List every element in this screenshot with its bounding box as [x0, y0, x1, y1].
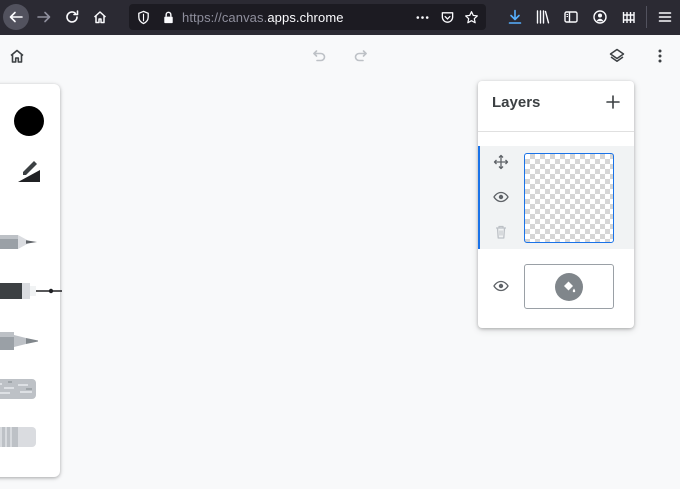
url-bar[interactable]: https://canvas.apps.chrome: [129, 4, 486, 30]
shield-icon[interactable]: [135, 9, 151, 25]
lock-icon[interactable]: [160, 9, 176, 25]
more-options-button[interactable]: [648, 44, 672, 68]
plus-icon: [606, 95, 620, 109]
app-home-button[interactable]: [5, 44, 29, 68]
move-icon: [493, 154, 509, 170]
url-prefix: https://canvas.: [182, 10, 268, 25]
stroke-size-icon: [18, 160, 40, 182]
color-swatch[interactable]: [14, 106, 44, 136]
download-button[interactable]: [503, 5, 527, 29]
back-button[interactable]: [3, 4, 29, 30]
chalk-tool[interactable]: [0, 376, 42, 402]
add-layer-button[interactable]: [604, 93, 622, 111]
background-thumbnail[interactable]: [524, 264, 614, 309]
fill-color-button[interactable]: [555, 272, 583, 301]
menu-icon: [658, 12, 672, 22]
sidebar-button[interactable]: [559, 5, 583, 29]
delete-layer-button[interactable]: [492, 223, 510, 241]
pencil-tool[interactable]: [0, 230, 42, 254]
chalk-icon: [0, 379, 36, 399]
stroke-size-button[interactable]: [14, 156, 44, 184]
app-bar: [0, 35, 680, 77]
library-icon: [536, 10, 550, 24]
undo-icon: [313, 50, 326, 62]
more-vert-icon: [658, 49, 662, 63]
forward-icon: [37, 11, 51, 23]
home-button[interactable]: [88, 5, 112, 29]
reload-button[interactable]: [60, 5, 84, 29]
paint-bucket-icon: [564, 281, 576, 292]
active-layer-indicator: [478, 146, 480, 249]
layer-row-active[interactable]: [478, 146, 634, 249]
pen-tool[interactable]: [0, 280, 70, 302]
pocket-icon[interactable]: [439, 9, 455, 25]
app-menu-button[interactable]: [653, 5, 677, 29]
url-host: apps.chrome: [267, 10, 344, 25]
pencil-icon: [0, 235, 37, 249]
back-icon: [9, 11, 23, 23]
toolbar-divider: [646, 6, 647, 28]
extensions-button[interactable]: [617, 5, 641, 29]
eye-icon: [493, 191, 509, 203]
layer-thumbnail[interactable]: [524, 153, 614, 243]
move-layer-button[interactable]: [492, 153, 510, 171]
account-button[interactable]: [588, 5, 612, 29]
redo-icon: [354, 50, 367, 62]
eye-icon: [493, 280, 509, 292]
eraser-tool[interactable]: [0, 424, 42, 450]
home-icon: [10, 49, 24, 63]
trash-icon: [496, 225, 506, 239]
library-button[interactable]: [531, 5, 555, 29]
url-text[interactable]: https://canvas.apps.chrome: [182, 10, 344, 25]
more-icon[interactable]: [414, 9, 430, 25]
layer-row-background[interactable]: [478, 249, 634, 328]
tool-panel: [0, 84, 62, 477]
layers-button[interactable]: [605, 44, 629, 68]
undo-button[interactable]: [307, 44, 331, 68]
star-icon[interactable]: [463, 9, 479, 25]
layer-visibility-button[interactable]: [492, 188, 510, 206]
reload-icon: [66, 10, 79, 23]
marker-icon: [0, 332, 38, 350]
eraser-icon: [0, 427, 36, 447]
layers-icon: [609, 48, 625, 62]
pen-icon: [0, 283, 62, 299]
forward-button[interactable]: [32, 5, 56, 29]
background-visibility-button[interactable]: [492, 277, 510, 295]
browser-toolbar: https://canvas.apps.chrome: [0, 0, 680, 35]
marker-tool[interactable]: [0, 328, 42, 354]
layers-separator: [478, 131, 634, 132]
home-icon: [93, 11, 107, 24]
extensions-icon: [622, 12, 635, 23]
redo-button[interactable]: [349, 44, 373, 68]
layers-panel: Layers: [478, 81, 634, 328]
account-icon: [593, 10, 607, 24]
layers-title: Layers: [492, 94, 541, 111]
download-icon: [508, 9, 522, 24]
sidebar-icon: [564, 11, 578, 23]
